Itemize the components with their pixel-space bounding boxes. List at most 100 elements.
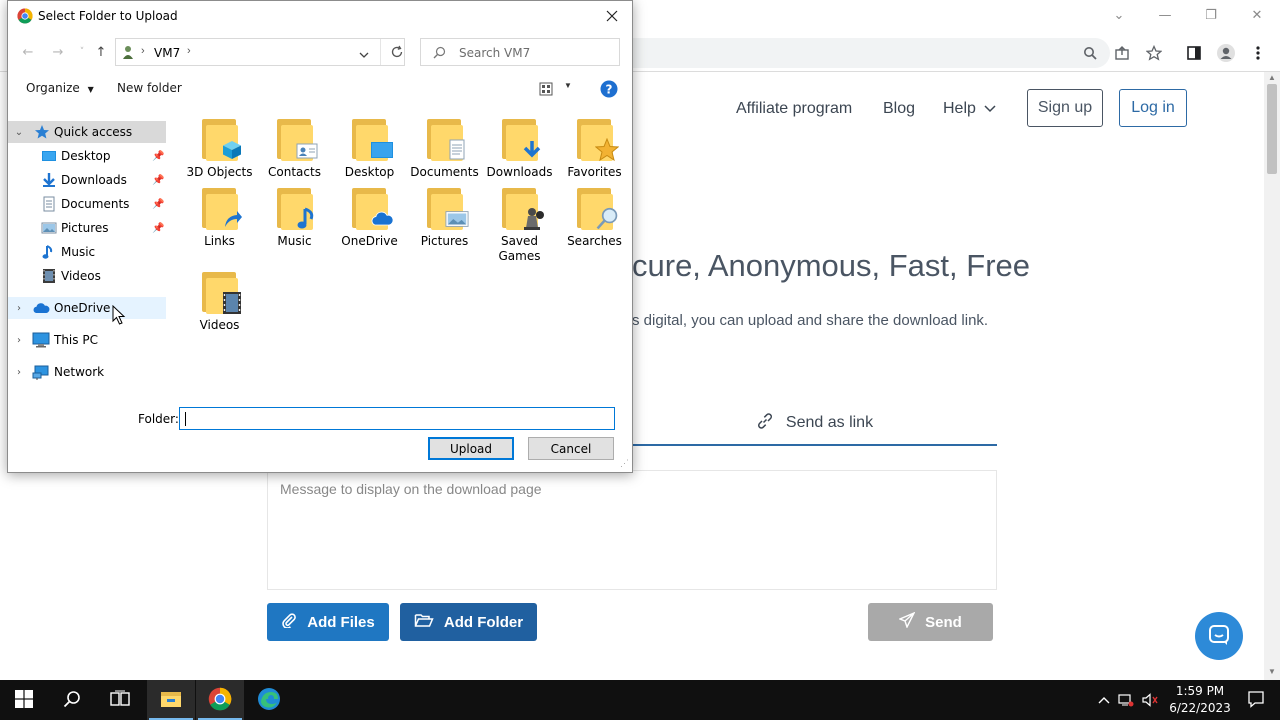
resize-grip-icon[interactable]: ⋰ — [620, 458, 629, 469]
profile-icon[interactable] — [1210, 43, 1242, 63]
add-folder-button[interactable]: Add Folder — [400, 603, 537, 641]
taskbar-clock[interactable]: 1:59 PM 6/22/2023 — [1160, 683, 1240, 717]
pin-icon[interactable]: 📌 — [152, 223, 164, 234]
chevron-down-icon[interactable]: ⌄ — [1096, 0, 1142, 30]
chevron-down-icon[interactable]: ⌄ — [14, 127, 24, 138]
nav-videos[interactable]: Videos — [8, 265, 166, 287]
pin-icon[interactable]: 📌 — [152, 151, 164, 162]
nav-label: Quick access — [54, 125, 133, 139]
scroll-up-arrow[interactable]: ▲ — [1267, 74, 1277, 82]
taskbar-file-explorer[interactable] — [147, 680, 195, 720]
notification-icon — [1247, 690, 1265, 711]
chevron-up-icon[interactable] — [1094, 696, 1114, 704]
zoom-icon[interactable] — [1074, 46, 1106, 60]
nav-pictures[interactable]: Pictures 📌 — [8, 217, 166, 239]
folder-item[interactable]: Pictures — [407, 184, 482, 249]
nav-desktop[interactable]: Desktop 📌 — [8, 145, 166, 167]
folder-item[interactable]: Contacts — [257, 115, 332, 180]
chevron-right-icon[interactable]: › — [14, 367, 24, 378]
folder-item[interactable]: Documents — [407, 115, 482, 180]
taskbar-edge[interactable] — [245, 680, 293, 720]
search-icon — [63, 690, 81, 711]
chat-widget-button[interactable] — [1195, 612, 1243, 660]
nav-music[interactable]: Music — [8, 241, 166, 263]
nav-documents[interactable]: Documents 📌 — [8, 193, 166, 215]
notifications-button[interactable] — [1232, 680, 1280, 720]
folder-item[interactable]: Downloads — [482, 115, 557, 180]
breadcrumb-separator[interactable]: › — [187, 45, 191, 57]
help-nav[interactable]: Help — [943, 90, 996, 128]
restore-button[interactable]: ❐ — [1188, 0, 1234, 30]
folder-item[interactable]: Links — [182, 184, 257, 249]
folder-item[interactable]: Saved Games — [482, 184, 557, 264]
minimize-button[interactable]: — — [1142, 0, 1188, 30]
forward-arrow-icon[interactable]: → — [48, 42, 68, 62]
folder-item[interactable]: Searches — [557, 184, 632, 249]
nav-network[interactable]: › Network — [8, 361, 166, 383]
address-bar[interactable] — [560, 38, 1110, 68]
page-scrollbar[interactable]: ▲ ▼ — [1264, 72, 1280, 680]
back-arrow-icon[interactable]: ← — [18, 42, 38, 62]
tab-send-as-link[interactable]: Send as link — [632, 402, 997, 446]
send-button[interactable]: Send — [868, 603, 993, 641]
taskbar-chrome[interactable] — [196, 680, 244, 720]
chevron-down-icon[interactable] — [359, 48, 369, 62]
chevron-right-icon[interactable]: › — [14, 303, 24, 314]
upload-button[interactable]: Upload — [428, 437, 514, 460]
recent-dropdown-icon[interactable]: ˅ — [72, 42, 92, 62]
close-window-button[interactable]: ✕ — [1234, 0, 1280, 30]
help-link[interactable]: Help — [943, 100, 976, 118]
up-arrow-icon[interactable]: ↑ — [91, 42, 111, 62]
pin-icon[interactable]: 📌 — [152, 199, 164, 210]
nav-this-pc[interactable]: › This PC — [8, 329, 166, 351]
navigation-pane: ⌄ Quick access Desktop 📌 Downloads 📌 Doc… — [8, 116, 170, 396]
address-row: ← → ˅ ↑ › VM7 › Search VM7 — [8, 36, 632, 68]
side-panel-icon[interactable] — [1178, 45, 1210, 61]
divider — [380, 39, 381, 65]
folder-item[interactable]: Music — [257, 184, 332, 249]
folder-item[interactable]: OneDrive — [332, 184, 407, 249]
network-status-icon[interactable] — [1114, 693, 1138, 707]
dialog-titlebar[interactable]: Select Folder to Upload — [8, 1, 632, 31]
organize-button[interactable]: Organize ▼ — [26, 81, 94, 95]
breadcrumb-vm7[interactable]: VM7 — [154, 46, 180, 60]
scroll-down-arrow[interactable]: ▼ — [1267, 668, 1277, 676]
text-caret — [185, 412, 186, 426]
blog-link[interactable]: Blog — [883, 100, 915, 118]
nav-quick-access[interactable]: ⌄ Quick access — [8, 121, 166, 143]
dialog-address-bar[interactable]: › VM7 › — [115, 38, 405, 66]
more-menu-icon[interactable] — [1242, 45, 1274, 61]
dialog-close-button[interactable] — [600, 5, 624, 27]
help-icon[interactable]: ? — [600, 80, 618, 101]
scrollbar-thumb[interactable] — [1267, 84, 1277, 174]
tab-label: Send as link — [785, 414, 874, 431]
message-textarea[interactable]: Message to display on the download page — [267, 470, 997, 590]
log-in-button[interactable]: Log in — [1119, 89, 1187, 127]
chevron-right-icon[interactable]: › — [14, 335, 24, 346]
volume-icon[interactable] — [1138, 693, 1162, 707]
cancel-button[interactable]: Cancel — [528, 437, 614, 460]
task-view-button[interactable] — [96, 680, 144, 720]
nav-onedrive[interactable]: › OneDrive — [8, 297, 166, 319]
folder-item[interactable]: 3D Objects — [182, 115, 257, 180]
chevron-down-icon[interactable]: ▼ — [564, 81, 572, 90]
sign-up-button[interactable]: Sign up — [1027, 89, 1103, 127]
folder-item[interactable]: Favorites — [557, 115, 632, 180]
refresh-icon[interactable] — [390, 45, 404, 62]
dialog-search-box[interactable]: Search VM7 — [420, 38, 620, 66]
view-options-icon[interactable] — [539, 82, 553, 99]
nav-downloads[interactable]: Downloads 📌 — [8, 169, 166, 191]
bookmark-star-icon[interactable] — [1138, 45, 1170, 61]
taskbar-search-button[interactable] — [48, 680, 96, 720]
folder-item[interactable]: Desktop — [332, 115, 407, 180]
new-folder-button[interactable]: New folder — [117, 81, 182, 95]
start-button[interactable] — [0, 680, 48, 720]
folder-item[interactable]: Videos — [182, 268, 257, 333]
add-files-button[interactable]: Add Files — [267, 603, 389, 641]
hero-subtitle: s digital, you can upload and share the … — [632, 312, 989, 329]
folder-name: Music — [277, 234, 312, 248]
affiliate-link[interactable]: Affiliate program — [736, 100, 852, 118]
pin-icon[interactable]: 📌 — [152, 175, 164, 186]
folder-input[interactable] — [179, 407, 615, 430]
share-icon[interactable] — [1106, 45, 1138, 61]
